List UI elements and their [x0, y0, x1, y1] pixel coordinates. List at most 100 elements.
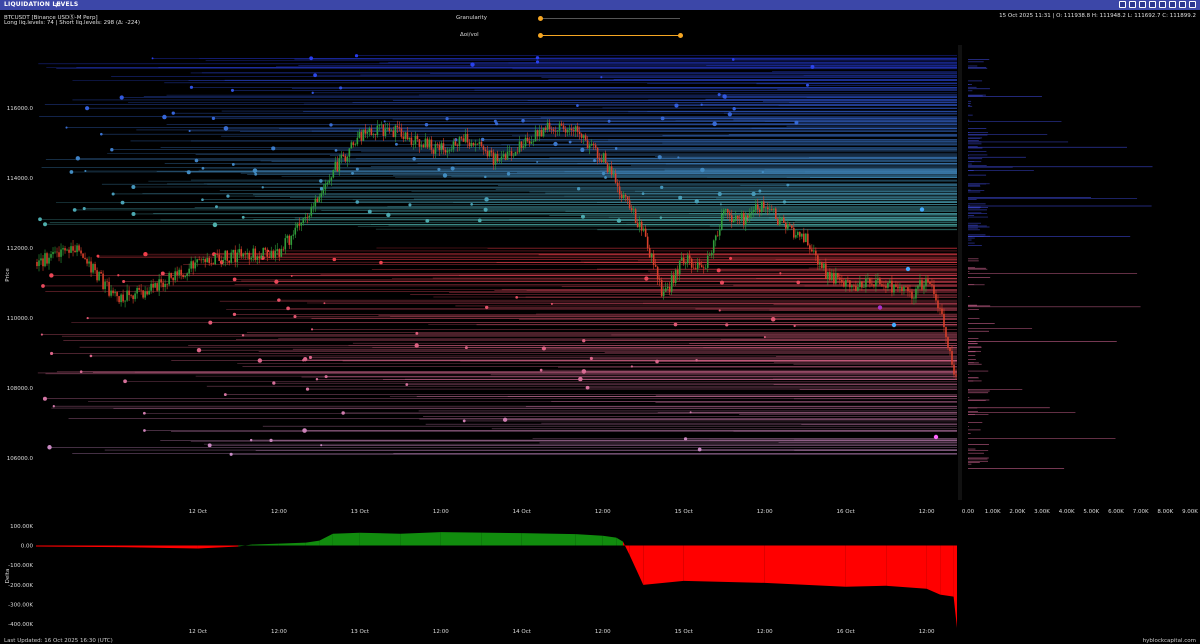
liquidation-level-dot	[729, 256, 733, 260]
candle-body	[470, 142, 473, 147]
candle-body	[182, 274, 184, 278]
candle-body	[764, 207, 767, 209]
candle-body	[644, 228, 647, 237]
delta-segment	[251, 543, 279, 546]
liquidation-level-dot	[86, 316, 89, 320]
candle-body	[88, 261, 90, 264]
liquidation-level-dot	[310, 328, 314, 331]
candle-body	[340, 154, 343, 159]
liquidation-cluster-marker	[933, 434, 939, 440]
delta-time-tick-label: 15 Oct	[675, 629, 694, 635]
candle-body	[512, 155, 515, 157]
price-tick-label: 110000.0	[7, 316, 34, 322]
volume-tick-label: 5.00K	[1083, 509, 1099, 515]
liquidation-levels	[37, 54, 957, 456]
candle-body	[540, 130, 543, 137]
delta-segment	[116, 545, 198, 549]
candle-body	[670, 274, 673, 292]
volume-profile	[958, 45, 1153, 500]
candle-body	[849, 280, 851, 288]
candle-body	[74, 250, 76, 253]
candle-body	[264, 247, 267, 250]
candle-body	[893, 284, 895, 293]
candle-body	[805, 233, 807, 243]
candle-body	[78, 245, 80, 251]
candle-body	[462, 138, 465, 142]
candle-body	[955, 374, 957, 376]
candle-body	[799, 232, 801, 237]
candle-body	[292, 234, 295, 236]
candle-body	[718, 229, 721, 236]
candle-body	[702, 267, 705, 269]
volume-tick-label: 9.00K	[1182, 509, 1198, 515]
candle-body	[636, 223, 639, 228]
candle-body	[170, 273, 172, 278]
candle-body	[598, 158, 601, 161]
candle-body	[432, 149, 435, 154]
candle-body	[350, 142, 353, 149]
liquidation-level-dot	[308, 355, 313, 360]
candle-body	[272, 251, 275, 258]
candle-body	[442, 143, 445, 150]
delta-time-tick-label: 12:00	[757, 629, 773, 635]
candle-body	[398, 127, 401, 129]
liquidation-level-dot	[578, 376, 583, 382]
candle-body	[897, 286, 899, 289]
liquidation-level-dot	[712, 121, 717, 127]
candle-body	[680, 257, 683, 261]
candle-body	[414, 135, 417, 145]
liquidation-level-dot	[305, 387, 310, 391]
candle-body	[726, 208, 729, 213]
liquidation-level-dot	[315, 378, 319, 381]
candle-body	[508, 151, 511, 152]
candle-body	[835, 273, 837, 284]
candle-body	[348, 148, 351, 157]
liquidation-level-dot	[110, 148, 114, 152]
candle-body	[841, 279, 843, 283]
liquidation-level-dot	[171, 111, 175, 115]
candle-body	[666, 286, 669, 289]
candle-body	[192, 261, 194, 269]
liquidation-level-dot	[724, 96, 727, 99]
candle-body	[318, 196, 321, 202]
liquidation-level-dot	[405, 383, 409, 386]
time-tick-label: 12:00	[757, 509, 773, 515]
candle-body	[837, 273, 839, 278]
candle-body	[768, 209, 771, 210]
time-tick-label: 14 Oct	[513, 509, 532, 515]
liquidation-level-dot	[72, 208, 77, 212]
candle-body	[885, 286, 887, 288]
candle-body	[44, 253, 46, 267]
candle-body	[827, 272, 829, 280]
candle-body	[674, 269, 677, 283]
candle-body	[730, 215, 733, 223]
candle-body	[230, 252, 233, 263]
candle-body	[492, 152, 495, 165]
candle-body	[766, 207, 769, 210]
candle-body	[556, 130, 559, 132]
candle-body	[803, 233, 805, 243]
liquidation-level-dot	[655, 359, 659, 364]
candle-body	[628, 200, 631, 209]
candle-body	[306, 217, 309, 218]
time-tick-label: 13 Oct	[351, 509, 370, 515]
candle-body	[118, 296, 120, 303]
candle-body	[638, 221, 641, 228]
price-tick-label: 116000.0	[7, 106, 34, 112]
delta-segment	[305, 540, 320, 546]
liquidation-level-dot	[379, 260, 383, 265]
candle-body	[682, 257, 685, 264]
candle-body	[815, 250, 817, 256]
liquidation-level-dot	[383, 120, 386, 123]
liquidation-level-dot	[272, 381, 276, 385]
candle-body	[823, 263, 825, 269]
candle-body	[474, 143, 477, 146]
time-tick-label: 12:00	[433, 509, 449, 515]
candle-body	[302, 218, 305, 223]
candle-body	[773, 208, 775, 210]
liquidation-level-dot	[50, 351, 54, 355]
candle-body	[410, 137, 413, 145]
candle-body	[688, 255, 691, 259]
candle-body	[586, 140, 589, 149]
liquidation-level-dot	[85, 106, 90, 111]
